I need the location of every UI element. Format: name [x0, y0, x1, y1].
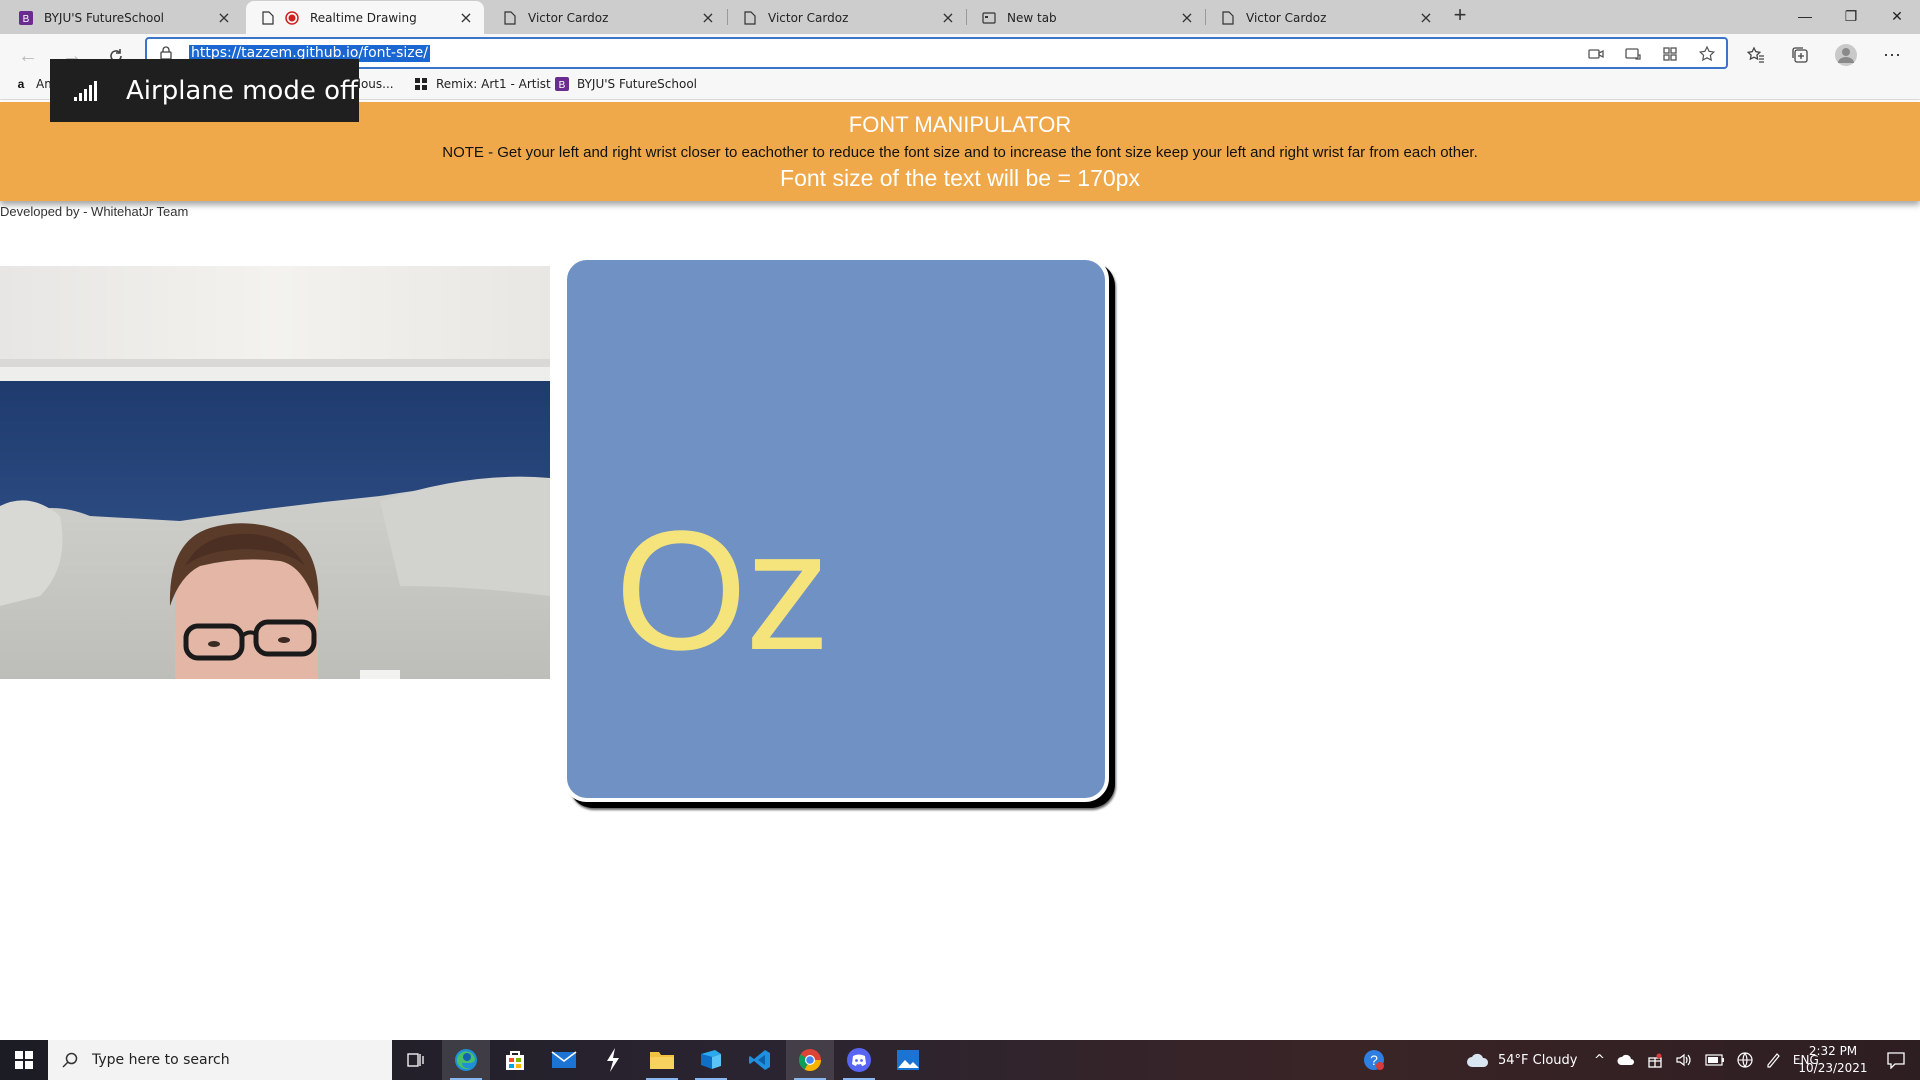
- close-icon[interactable]: ×: [1179, 9, 1195, 26]
- cloud-icon: [1467, 1053, 1489, 1067]
- volume-icon[interactable]: [1675, 1052, 1693, 1068]
- store-icon[interactable]: [491, 1040, 539, 1080]
- tab-label: Victor Cardoz: [528, 10, 609, 25]
- tab-label: Victor Cardoz: [1246, 10, 1327, 25]
- add-favorite-icon[interactable]: [1698, 45, 1716, 63]
- scratch-icon: [414, 77, 428, 91]
- recording-icon: [284, 10, 300, 26]
- app-grid-icon[interactable]: [1661, 45, 1679, 63]
- windows-logo-icon: [15, 1051, 33, 1069]
- gift-icon[interactable]: [1647, 1052, 1663, 1068]
- clock-time: 2:32 PM: [1808, 1044, 1858, 1058]
- svg-text:a: a: [18, 77, 25, 91]
- tab-label: Victor Cardoz: [768, 10, 849, 25]
- favorites-icon[interactable]: [1742, 41, 1770, 69]
- favorite-remix-art1[interactable]: Remix: Art1 - Artist: [414, 77, 551, 91]
- tab-victor-cardoz-3[interactable]: Victor Cardoz ×: [1206, 1, 1444, 34]
- read-aloud-icon[interactable]: [1624, 45, 1642, 63]
- favorite-label: BYJU'S FutureSchool: [577, 77, 698, 91]
- windows-taskbar: Type here to search ? 54°F Cloudy ^ ENG …: [0, 1040, 1920, 1080]
- vscode-icon[interactable]: [736, 1040, 784, 1080]
- onedrive-icon[interactable]: [1617, 1054, 1635, 1066]
- byjus-icon: B: [555, 77, 569, 91]
- favorite-label: Remix: Art1 - Artist: [436, 77, 551, 91]
- search-placeholder: Type here to search: [92, 1052, 230, 1068]
- developed-by-text: Developed by - WhitehatJr Team: [0, 204, 189, 219]
- system-tray: ^ ENG: [1594, 1040, 1819, 1080]
- collections-icon[interactable]: [1786, 41, 1814, 69]
- chevron-up-icon[interactable]: ^: [1594, 1053, 1605, 1068]
- search-icon: [62, 1052, 78, 1068]
- more-menu-icon[interactable]: ⋯: [1878, 41, 1906, 69]
- clock[interactable]: 2:32 PM 10/23/2021: [1796, 1043, 1870, 1077]
- close-icon[interactable]: ×: [1418, 9, 1434, 26]
- new-tab-button[interactable]: +: [1448, 4, 1472, 28]
- camera-icon[interactable]: [1587, 45, 1605, 63]
- newtab-page-icon: [981, 10, 997, 26]
- page-icon: [260, 10, 276, 26]
- sample-text: Oz: [615, 496, 830, 686]
- close-icon[interactable]: ×: [216, 9, 232, 26]
- start-button[interactable]: [0, 1040, 48, 1080]
- tab-label: BYJU'S FutureSchool: [44, 10, 165, 25]
- page-icon: [742, 10, 758, 26]
- amazon-icon: a: [14, 77, 28, 91]
- tab-victor-cardoz-2[interactable]: Victor Cardoz ×: [728, 1, 966, 34]
- battery-icon[interactable]: [1705, 1054, 1725, 1066]
- file-explorer-icon[interactable]: [638, 1040, 686, 1080]
- close-icon[interactable]: ×: [700, 9, 716, 26]
- discord-icon[interactable]: [835, 1040, 883, 1080]
- tab-label: New tab: [1007, 10, 1057, 25]
- page-icon: [1220, 10, 1236, 26]
- airplane-mode-toast: Airplane mode off: [50, 59, 359, 122]
- weather-widget[interactable]: 54°F Cloudy: [1466, 1040, 1577, 1080]
- network-globe-icon[interactable]: [1737, 1052, 1753, 1068]
- notifications-icon[interactable]: [1872, 1040, 1920, 1080]
- tab-new-tab[interactable]: New tab ×: [967, 1, 1205, 34]
- photos-icon[interactable]: [884, 1040, 932, 1080]
- minimize-button[interactable]: —: [1782, 0, 1828, 32]
- help-icon[interactable]: ?: [1350, 1040, 1398, 1080]
- close-window-button[interactable]: ✕: [1874, 0, 1920, 32]
- toast-label: Airplane mode off: [126, 75, 358, 106]
- chrome-icon[interactable]: [786, 1040, 834, 1080]
- browser-tab-strip: B BYJU'S FutureSchool × Realtime Drawing…: [0, 0, 1920, 34]
- tab-victor-cardoz-1[interactable]: Victor Cardoz ×: [488, 1, 726, 34]
- byjus-icon: B: [18, 10, 34, 26]
- back-button[interactable]: ←: [12, 40, 44, 72]
- svg-text:B: B: [23, 14, 30, 25]
- font-size-readout: Font size of the text will be = 170px: [780, 165, 1140, 191]
- tab-label: Realtime Drawing: [310, 10, 417, 25]
- azure-icon[interactable]: [687, 1040, 735, 1080]
- pen-icon[interactable]: [1765, 1052, 1781, 1068]
- weather-text: 54°F Cloudy: [1498, 1052, 1578, 1068]
- lock-icon[interactable]: [159, 46, 173, 60]
- task-view-icon[interactable]: [392, 1040, 440, 1080]
- instructions-note: NOTE - Get your left and right wrist clo…: [442, 144, 1478, 161]
- svg-text:B: B: [559, 80, 566, 91]
- tab-byjus[interactable]: B BYJU'S FutureSchool ×: [4, 1, 242, 34]
- font-canvas: Oz: [563, 256, 1109, 802]
- lightning-icon[interactable]: [589, 1040, 637, 1080]
- taskbar-search[interactable]: Type here to search: [48, 1040, 392, 1080]
- mail-icon[interactable]: [540, 1040, 588, 1080]
- clock-date: 10/23/2021: [1798, 1061, 1868, 1075]
- webcam-video: [0, 266, 550, 679]
- profile-avatar-icon[interactable]: [1832, 41, 1860, 69]
- favorite-byjus[interactable]: B BYJU'S FutureSchool: [555, 77, 697, 91]
- signal-bars-icon: [74, 80, 97, 101]
- address-bar[interactable]: https://tazzem.github.io/font-size/: [145, 37, 1728, 69]
- close-icon[interactable]: ×: [940, 9, 956, 26]
- desktop-screen: B BYJU'S FutureSchool × Realtime Drawing…: [0, 0, 1920, 1080]
- page-icon: [502, 10, 518, 26]
- restore-button[interactable]: ❐: [1828, 0, 1874, 32]
- close-icon[interactable]: ×: [458, 9, 474, 26]
- edge-icon[interactable]: [442, 1040, 490, 1080]
- tab-realtime-drawing[interactable]: Realtime Drawing ×: [246, 1, 484, 34]
